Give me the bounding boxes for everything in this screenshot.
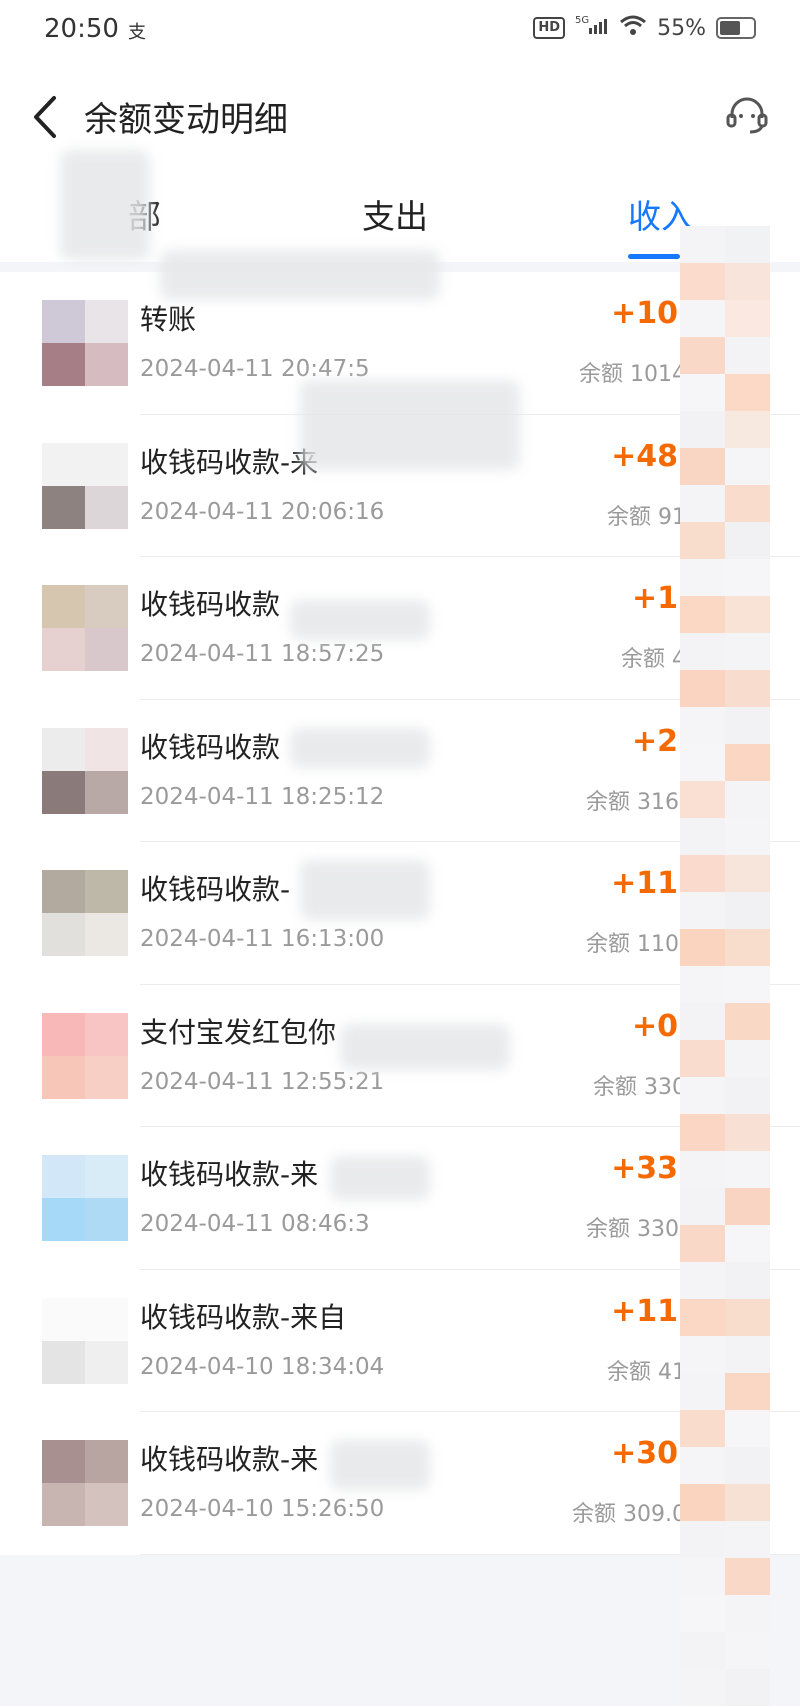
avatar <box>42 1012 128 1099</box>
transaction-amount: +0 <box>631 1008 678 1044</box>
transaction-title: 收钱码收款 <box>140 588 281 621</box>
privacy-blur <box>60 150 150 260</box>
avatar <box>42 300 128 386</box>
privacy-blur <box>340 1024 510 1070</box>
headset-icon[interactable] <box>724 92 770 138</box>
transaction-amount: +48 <box>611 438 678 474</box>
transaction-title: 收钱码收款 <box>140 730 281 764</box>
status-icons: HD 5G 55% <box>533 14 756 42</box>
transaction-balance: 余额 330. <box>586 1217 686 1242</box>
alipay-notification-icon: 支 <box>128 22 146 43</box>
transaction-amount: +10 <box>611 296 678 331</box>
avatar <box>42 585 128 671</box>
privacy-blur <box>330 1156 430 1200</box>
avatar <box>42 442 128 529</box>
transaction-balance: 余额 110. <box>586 932 686 957</box>
transaction-balance: 余额 1014 <box>579 362 686 387</box>
transaction-time: 2024-04-11 20:47:5 <box>140 356 370 382</box>
transaction-title: 支付宝发红包你 <box>140 1015 337 1049</box>
transaction-balance: 余额 309.0 <box>572 1502 686 1527</box>
avatar <box>42 727 128 814</box>
chevron-left-icon[interactable] <box>28 92 68 142</box>
privacy-blur <box>160 250 440 300</box>
transaction-amount: +30 <box>611 1436 678 1471</box>
transaction-title: 转账 <box>140 303 197 336</box>
status-bar: 20:50 支 HD 5G 55% <box>0 0 800 64</box>
transaction-title: 收钱码收款-来 <box>140 1443 319 1476</box>
transaction-time: 2024-04-10 18:34:04 <box>140 1353 385 1380</box>
privacy-blur <box>300 380 520 470</box>
transaction-time: 2024-04-10 15:26:50 <box>140 1496 385 1522</box>
wifi-icon <box>619 14 647 42</box>
avatar <box>42 1297 128 1384</box>
battery-percent: 55% <box>657 15 706 41</box>
avatar <box>42 870 128 956</box>
status-time: 20:50 <box>44 14 119 44</box>
transaction-time: 2024-04-11 16:13:00 <box>140 926 385 952</box>
privacy-blur <box>290 600 430 640</box>
transaction-balance: 余额 91 <box>607 504 686 530</box>
transaction-time: 2024-04-11 18:57:25 <box>140 641 385 667</box>
transaction-amount: +11 <box>611 866 678 901</box>
transaction-title: 收钱码收款-来 <box>140 445 319 479</box>
transaction-time: 2024-04-11 12:55:21 <box>140 1068 385 1095</box>
transaction-title: 收钱码收款- <box>140 873 291 906</box>
privacy-mosaic <box>680 226 770 1706</box>
hd-icon: HD <box>533 17 566 39</box>
signal-5g-icon: 5G <box>575 14 609 42</box>
transaction-balance: 余额 330 <box>593 1074 686 1100</box>
transaction-title: 收钱码收款-来 <box>140 1158 319 1191</box>
privacy-blur <box>330 1440 430 1490</box>
privacy-blur <box>300 860 430 920</box>
transaction-title: 收钱码收款-来自 <box>140 1300 347 1334</box>
tab-expense[interactable]: 支出 <box>362 190 428 238</box>
transaction-amount: +11 <box>611 1293 678 1329</box>
active-tab-indicator <box>628 254 680 259</box>
transaction-amount: +33 <box>611 1151 678 1186</box>
transaction-amount: +1 <box>631 581 678 616</box>
svg-text:5G: 5G <box>575 15 589 26</box>
transaction-time: 2024-04-11 08:46:3 <box>140 1211 370 1237</box>
transaction-time: 2024-04-11 18:25:12 <box>140 783 385 810</box>
transaction-time: 2024-04-11 20:06:16 <box>140 498 385 525</box>
transaction-balance: 余额 316. <box>586 789 686 815</box>
transaction-amount: +2 <box>631 723 678 759</box>
avatar <box>42 1155 128 1241</box>
transaction-balance: 余额 4 <box>621 647 686 672</box>
privacy-blur <box>290 728 430 768</box>
transaction-balance: 余额 41 <box>607 1359 686 1385</box>
avatar <box>42 1440 128 1526</box>
page-title: 余额变动明细 <box>84 100 288 140</box>
battery-icon <box>716 17 756 39</box>
